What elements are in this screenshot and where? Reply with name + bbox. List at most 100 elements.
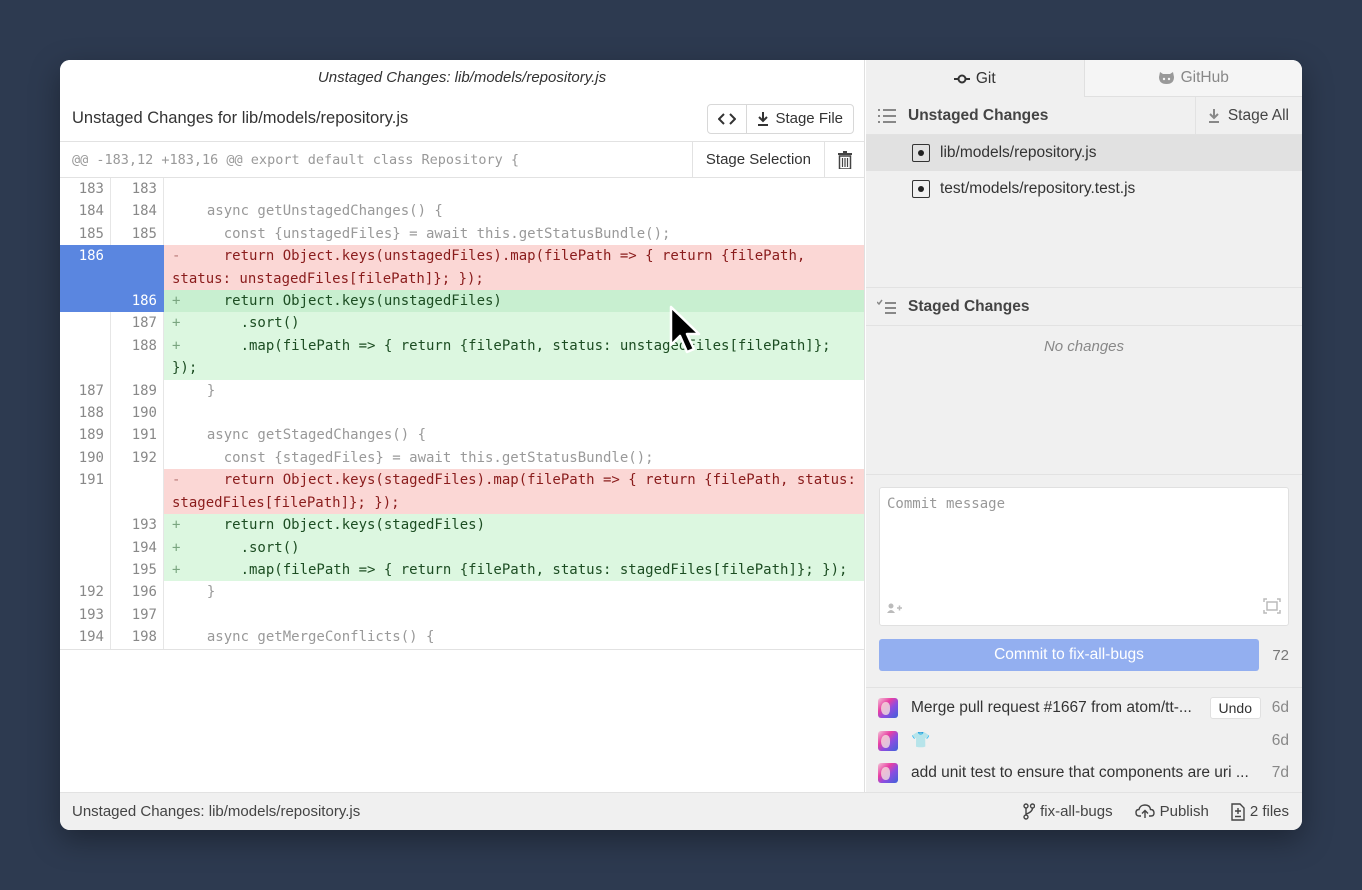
diff-line-del[interactable]: 186 - return Object.keys(unstagedFiles).m… xyxy=(60,245,864,291)
diff-line-context[interactable]: 190 192 const {stagedFiles} = await this.… xyxy=(60,446,864,470)
diff-line-add[interactable]: 186 + return Object.keys(unstagedFiles) xyxy=(60,290,864,313)
old-line-number[interactable] xyxy=(60,536,111,559)
diff-line-code: - return Object.keys(stagedFiles).map(fi… xyxy=(164,469,864,515)
old-line-number[interactable]: 185 xyxy=(60,222,111,246)
branch-name: fix-all-bugs xyxy=(1040,803,1113,820)
new-line-number[interactable]: 197 xyxy=(111,603,164,627)
diff-line-context[interactable]: 187 189 } xyxy=(60,379,864,403)
add-coauthor-button[interactable] xyxy=(887,600,903,618)
new-line-number[interactable]: 198 xyxy=(111,626,164,649)
new-line-number[interactable]: 184 xyxy=(111,200,164,223)
diff-line-context[interactable]: 189 191 async getStagedChanges() { xyxy=(60,424,864,447)
screen-full-icon xyxy=(1263,598,1281,614)
diff-line-text: const {unstagedFiles} = await this.getSt… xyxy=(190,225,671,242)
diff-line-add[interactable]: 195 + .map(filePath => { return {filePath… xyxy=(60,558,864,582)
diff-line-text: } xyxy=(190,382,216,399)
commit-age: 7d xyxy=(1271,764,1289,782)
new-line-number[interactable] xyxy=(111,469,164,515)
avatar xyxy=(878,730,898,751)
diff-line-context[interactable]: 185 185 const {unstagedFiles} = await thi… xyxy=(60,222,864,246)
new-line-number[interactable] xyxy=(111,245,164,291)
new-line-number[interactable]: 194 xyxy=(111,536,164,559)
staged-changes-header: Staged Changes xyxy=(866,288,1302,326)
old-line-number[interactable] xyxy=(60,514,111,537)
recent-commit-item[interactable]: Merge pull request #1667 from atom/tt-..… xyxy=(866,692,1302,725)
old-line-number[interactable] xyxy=(60,334,111,380)
diff-line-context[interactable]: 188 190 xyxy=(60,402,864,425)
new-line-number[interactable]: 189 xyxy=(111,379,164,403)
diff-line-text: return Object.keys(stagedFiles) xyxy=(190,517,486,534)
recent-commit-item[interactable]: 👕 6d xyxy=(866,725,1302,758)
discard-selection-button[interactable] xyxy=(824,142,864,177)
old-line-number[interactable]: 189 xyxy=(60,424,111,447)
old-line-number[interactable]: 192 xyxy=(60,581,111,604)
diff-line-add[interactable]: 188 + .map(filePath => { return {filePath… xyxy=(60,334,864,380)
changed-files-indicator[interactable]: 2 files xyxy=(1231,802,1289,821)
commit-message-editor[interactable]: Commit message xyxy=(879,487,1289,626)
old-line-number[interactable]: 191 xyxy=(60,469,111,515)
cloud-upload-icon xyxy=(1134,804,1155,818)
publish-button[interactable]: Publish xyxy=(1134,803,1209,820)
diff-line-context[interactable]: 183 183 xyxy=(60,178,864,201)
new-line-number[interactable]: 183 xyxy=(111,178,164,201)
diff-line-context[interactable]: 184 184 async getUnstagedChanges() { xyxy=(60,200,864,223)
new-line-number[interactable]: 188 xyxy=(111,334,164,380)
avatar xyxy=(878,763,898,784)
new-line-number[interactable]: 187 xyxy=(111,312,164,335)
old-line-number[interactable] xyxy=(60,312,111,335)
new-line-number[interactable]: 190 xyxy=(111,402,164,425)
diff-line-context[interactable]: 192 196 } xyxy=(60,581,864,604)
status-bar-file[interactable]: Unstaged Changes: lib/models/repository.… xyxy=(60,803,1023,820)
toggle-view-button[interactable] xyxy=(708,105,746,133)
undo-button[interactable]: Undo xyxy=(1209,697,1261,720)
branch-indicator[interactable]: fix-all-bugs xyxy=(1023,803,1113,820)
old-line-number[interactable] xyxy=(60,558,111,582)
commit-message: 👕 xyxy=(911,732,931,750)
app-window: Unstaged Changes: lib/models/repository.… xyxy=(60,60,1302,830)
new-line-number[interactable]: 191 xyxy=(111,424,164,447)
new-line-number[interactable]: 196 xyxy=(111,581,164,604)
diff-line-code: async getMergeConflicts() { xyxy=(164,626,864,648)
diff-line-add[interactable]: 193 + return Object.keys(stagedFiles) xyxy=(60,514,864,537)
new-line-number[interactable]: 185 xyxy=(111,222,164,246)
diff-line-del[interactable]: 191 - return Object.keys(stagedFiles).map… xyxy=(60,469,864,515)
unstaged-file-item[interactable]: test/models/repository.test.js xyxy=(866,171,1302,207)
stage-file-button[interactable]: Stage File xyxy=(746,104,853,133)
old-line-number[interactable]: 184 xyxy=(60,200,111,223)
expand-editor-button[interactable] xyxy=(1263,598,1281,619)
diff-line-text: const {stagedFiles} = await this.getStat… xyxy=(190,449,654,466)
tab-git[interactable]: Git xyxy=(866,60,1084,97)
stage-selection-button[interactable]: Stage Selection xyxy=(691,142,824,177)
tab-github[interactable]: GitHub xyxy=(1083,60,1302,97)
old-line-number[interactable]: 186 xyxy=(60,245,111,291)
diff-line-text: .map(filePath => { return {filePath, sta… xyxy=(172,337,840,377)
diff-line-add[interactable]: 187 + .sort() xyxy=(60,312,864,335)
diff-line-code: } xyxy=(164,581,864,603)
old-line-number[interactable] xyxy=(60,290,111,313)
commit-message-placeholder: Commit message xyxy=(887,496,1006,512)
new-line-number[interactable]: 186 xyxy=(111,290,164,313)
diff-line-text: return Object.keys(unstagedFiles).map(fi… xyxy=(172,248,814,287)
code-icon xyxy=(718,112,737,125)
new-line-number[interactable]: 195 xyxy=(111,558,164,582)
editor-tab-title[interactable]: Unstaged Changes: lib/models/repository.… xyxy=(60,60,864,96)
unstaged-changes-title: Unstaged Changes xyxy=(908,106,1049,124)
old-line-number[interactable]: 188 xyxy=(60,402,111,425)
tab-github-label: GitHub xyxy=(1180,69,1229,86)
diff-marker: + xyxy=(172,539,181,556)
old-line-number[interactable]: 193 xyxy=(60,603,111,627)
old-line-number[interactable]: 190 xyxy=(60,446,111,470)
new-line-number[interactable]: 193 xyxy=(111,514,164,537)
diff-line-context[interactable]: 194 198 async getMergeConflicts() { xyxy=(60,626,864,649)
new-line-number[interactable]: 192 xyxy=(111,446,164,470)
file-path: lib/models/repository.js xyxy=(940,144,1097,161)
commit-button[interactable]: Commit to fix-all-bugs xyxy=(879,639,1259,671)
recent-commit-item[interactable]: add unit test to ensure that components … xyxy=(866,757,1302,790)
stage-all-button[interactable]: Stage All xyxy=(1194,97,1302,134)
unstaged-file-item[interactable]: lib/models/repository.js xyxy=(866,135,1302,171)
diff-line-add[interactable]: 194 + .sort() xyxy=(60,536,864,559)
old-line-number[interactable]: 187 xyxy=(60,379,111,403)
diff-line-context[interactable]: 193 197 xyxy=(60,603,864,627)
old-line-number[interactable]: 183 xyxy=(60,178,111,201)
old-line-number[interactable]: 194 xyxy=(60,626,111,649)
